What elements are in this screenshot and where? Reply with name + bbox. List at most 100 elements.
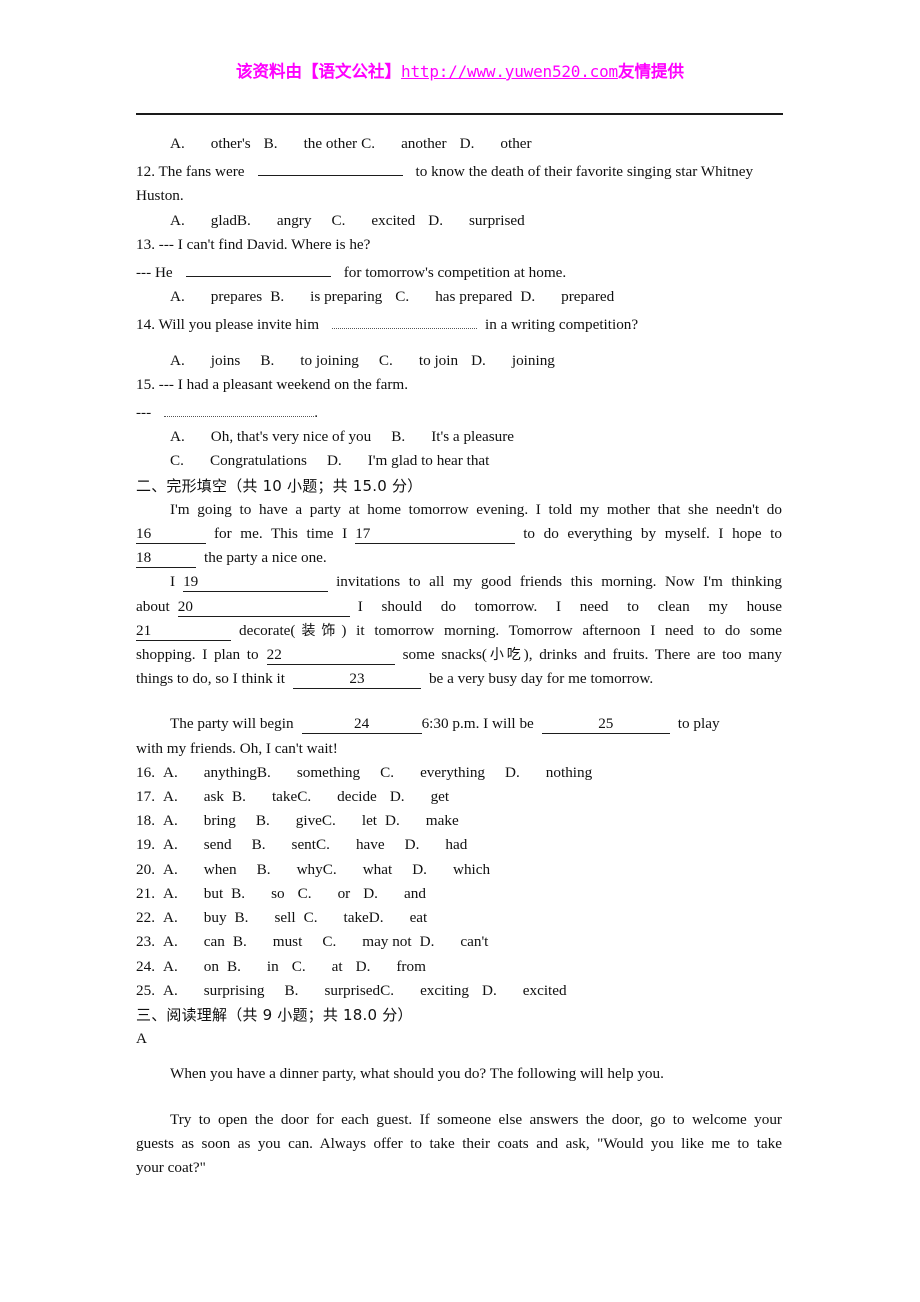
q11-option-c-text[interactable]: another xyxy=(401,135,447,152)
cloze-p2-text-b: invitations to all my good friends this … xyxy=(336,573,782,591)
cloze-18-c-text[interactable]: let xyxy=(362,812,377,829)
cloze-p1-text-a: I'm going to have a party at home tomorr… xyxy=(170,500,782,518)
cloze-p3-text-b: 6:30 p.m. I will be xyxy=(421,715,534,733)
header-divider xyxy=(136,113,783,115)
cloze-17-b-text[interactable]: take xyxy=(272,788,297,805)
q13-option-c-text[interactable]: has prepared xyxy=(435,288,512,305)
cloze-blank-21[interactable]: 21 xyxy=(136,621,231,641)
cloze-21-d-text[interactable]: and xyxy=(404,885,426,902)
cloze-20-d-label: D. xyxy=(412,860,427,878)
cloze-21-c-text[interactable]: or xyxy=(338,885,351,902)
cloze-gloss-snacks: 小吃 xyxy=(486,647,524,664)
cloze-25-c-text[interactable]: exciting xyxy=(420,982,469,999)
q14-option-a-text[interactable]: joins xyxy=(211,352,241,369)
q12-option-a-text[interactable]: glad xyxy=(211,212,237,229)
cloze-17-a-text[interactable]: ask xyxy=(204,788,224,805)
cloze-blank-16[interactable]: 16 xyxy=(136,524,206,545)
q15-option-c-text[interactable]: Congratulations xyxy=(210,452,307,469)
cloze-16-c-text[interactable]: everything xyxy=(420,764,485,781)
cloze-18-d-text[interactable]: make xyxy=(426,812,459,829)
cloze-blank-17[interactable]: 17 xyxy=(355,524,516,545)
cloze-22-d-text[interactable]: eat xyxy=(410,909,428,926)
q15-option-d-label: D. xyxy=(326,452,342,470)
cloze-21-a-text[interactable]: but xyxy=(204,885,223,902)
q11-option-d-text[interactable]: other xyxy=(500,135,531,152)
q12-option-d-text[interactable]: surprised xyxy=(469,212,525,229)
q11-option-a-text[interactable]: other's xyxy=(211,135,251,152)
q13-option-b-text[interactable]: is preparing xyxy=(310,288,382,305)
q15-answer-blank[interactable] xyxy=(164,397,315,418)
q15-option-b-text[interactable]: It's a pleasure xyxy=(431,428,514,445)
cloze-18-a-text[interactable]: bring xyxy=(204,812,236,829)
cloze-22-a-text[interactable]: buy xyxy=(204,909,227,926)
cloze-25-b-text[interactable]: surprised xyxy=(324,982,380,999)
cloze-25-d-text[interactable]: excited xyxy=(523,982,567,999)
cloze-16-d-label: D. xyxy=(505,763,520,781)
q14-option-c-text[interactable]: to join xyxy=(419,352,458,369)
cloze-20-a-text[interactable]: when xyxy=(204,861,237,878)
cloze-22-c-text[interactable]: take xyxy=(344,909,369,926)
cloze-25-b-label: B. xyxy=(284,981,299,999)
cloze-16-b-text[interactable]: something xyxy=(297,764,360,781)
cloze-24-a-text[interactable]: on xyxy=(204,958,219,975)
cloze-17-c-text[interactable]: decide xyxy=(337,788,377,805)
cloze-24-d-text[interactable]: from xyxy=(396,958,426,975)
q15-option-a-text[interactable]: Oh, that's very nice of you xyxy=(211,428,371,445)
cloze-23-a-text[interactable]: can xyxy=(204,933,225,950)
cloze-option-row-21: 21. A. but B. so C. or D. and xyxy=(136,882,782,906)
cloze-paragraph-2-line5: things to do, so I think it 23 be a very b… xyxy=(136,667,782,691)
q14-answer-blank[interactable] xyxy=(332,309,478,330)
cloze-17-num: 17. xyxy=(136,788,155,806)
cloze-16-d-text[interactable]: nothing xyxy=(546,764,592,781)
cloze-23-c-text[interactable]: may not xyxy=(362,933,411,950)
cloze-18-b-text[interactable]: give xyxy=(296,812,322,829)
q12-option-c-text[interactable]: excited xyxy=(371,212,415,229)
watermark-url[interactable]: http://www.yuwen520.com xyxy=(401,62,618,81)
cloze-19-a-text[interactable]: send xyxy=(204,836,232,853)
cloze-17-a-label: A. xyxy=(162,788,178,806)
cloze-23-b-text[interactable]: must xyxy=(273,933,303,950)
cloze-20-c-text[interactable]: what xyxy=(363,861,393,878)
reading-paragraph-2-line1: Try to open the door for each guest. If … xyxy=(136,1108,782,1132)
cloze-16-c-label: C. xyxy=(380,763,395,781)
cloze-16-a-label: A. xyxy=(162,763,178,781)
cloze-blank-23[interactable]: 23 xyxy=(292,669,421,690)
cloze-20-d-text[interactable]: which xyxy=(453,861,490,878)
q14-option-b-text[interactable]: to joining xyxy=(300,352,359,369)
q13-answer-blank[interactable] xyxy=(185,257,331,278)
q12-options-row: A. gladB. angry C. excited D. surprised xyxy=(136,209,782,233)
q12-option-b-text[interactable]: angry xyxy=(277,212,312,229)
cloze-16-a-text[interactable]: anything xyxy=(204,764,257,781)
cloze-24-b-text[interactable]: in xyxy=(267,958,279,975)
cloze-17-d-text[interactable]: get xyxy=(431,788,450,805)
cloze-19-b-text[interactable]: sent xyxy=(292,836,316,853)
q14-option-d-text[interactable]: joining xyxy=(512,352,555,369)
cloze-blank-24[interactable]: 24 xyxy=(301,714,422,735)
cloze-19-c-text[interactable]: have xyxy=(356,836,385,853)
q13-option-d-text[interactable]: prepared xyxy=(561,288,614,305)
cloze-21-b-text[interactable]: so xyxy=(271,885,285,902)
cloze-23-d-text[interactable]: can't xyxy=(460,933,488,950)
cloze-blank-19[interactable]: 19 xyxy=(183,572,329,593)
cloze-19-c-label: C. xyxy=(316,836,330,854)
cloze-17-b-label: B. xyxy=(232,788,246,806)
exam-page: 该资料由【语文公社】http://www.yuwen520.com友情提供 A.… xyxy=(0,0,920,1302)
cloze-blank-22[interactable]: 22 xyxy=(266,645,395,666)
cloze-25-a-text[interactable]: surprising xyxy=(204,982,265,999)
cloze-24-d-label: D. xyxy=(355,957,371,975)
q13-option-a-text[interactable]: prepares xyxy=(211,288,262,305)
cloze-blank-25[interactable]: 25 xyxy=(541,714,670,735)
cloze-22-b-text[interactable]: sell xyxy=(274,909,295,926)
cloze-blank-20[interactable]: 20 xyxy=(177,597,350,617)
q15-option-d-text[interactable]: I'm glad to hear that xyxy=(368,452,490,469)
cloze-20-b-text[interactable]: why xyxy=(297,861,323,878)
q12-answer-blank[interactable] xyxy=(257,156,403,177)
q11-option-b-text[interactable]: the other xyxy=(304,135,358,152)
q15-stem-line1: 15. --- I had a pleasant weekend on the … xyxy=(136,373,782,397)
cloze-blank-18[interactable]: 18 xyxy=(136,548,196,569)
cloze-19-d-text[interactable]: had xyxy=(445,836,467,853)
q15-stem-text: 15. --- I had a pleasant weekend on the … xyxy=(136,375,408,393)
cloze-p2-text-f: shopping. I plan to xyxy=(136,646,259,664)
section3-heading: 三、阅读理解（共 9 小题；共 18.0 分） xyxy=(136,1003,782,1027)
cloze-24-c-text[interactable]: at xyxy=(332,958,343,975)
